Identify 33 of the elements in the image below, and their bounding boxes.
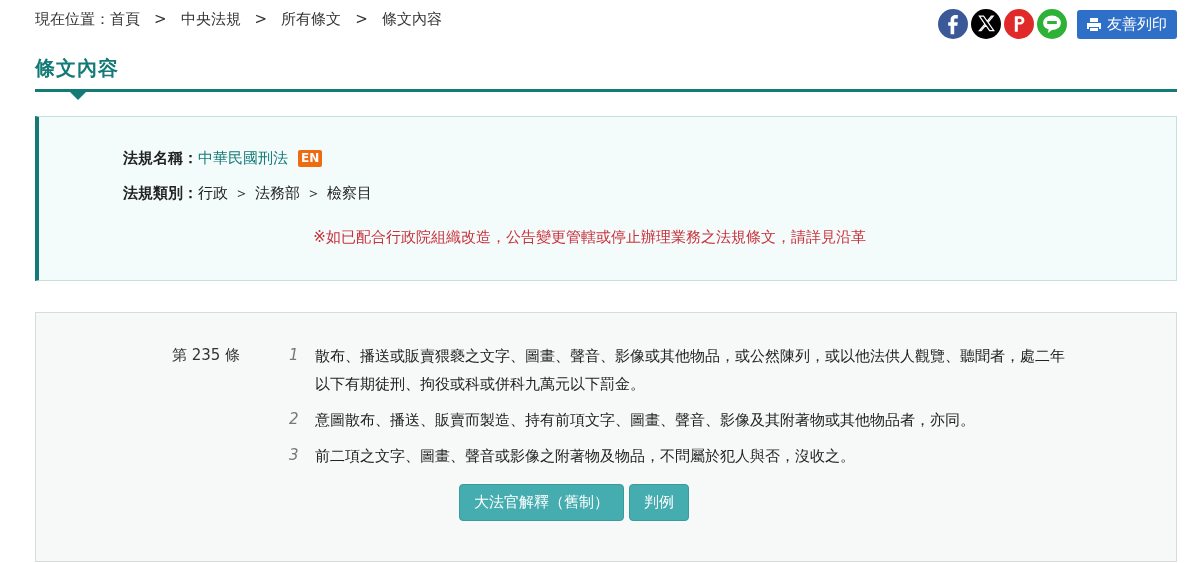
paragraph-text: 散布、播送或販賣猥褻之文字、圖畫、聲音、影像或其他物品，或公然陳列，或以他法供人觀覽、聽聞者，處二年以下有期徒刑、拘役或科或併科九萬元以下罰金。	[315, 346, 1066, 395]
breadcrumb-link[interactable]: 首頁	[110, 8, 140, 31]
paragraph-number: 2	[289, 409, 300, 430]
breadcrumb-separator: >	[355, 9, 368, 30]
category-separator: ＞	[306, 182, 321, 204]
paragraph-number: 1	[289, 345, 300, 366]
reference-button[interactable]: 判例	[629, 484, 689, 521]
article-number: 第 235 條	[172, 345, 242, 366]
paragraph-text: 意圖散布、播送、販賣而製造、持有前項文字、圖畫、聲音、影像及其附著物或其他物品者，亦同。	[315, 410, 976, 431]
category-separator: ＞	[234, 182, 249, 204]
breadcrumb-separator: >	[254, 9, 268, 30]
language-badge[interactable]: EN	[298, 149, 323, 167]
breadcrumb-link[interactable]: 中央法規	[180, 8, 241, 31]
paragraph-text: 前二項之文字、圖畫、聲音或影像之附著物及物品，不問屬於犯人與否，沒收之。	[315, 446, 856, 467]
breadcrumb-link[interactable]: 條文內容	[381, 8, 442, 31]
breadcrumb-link[interactable]: 所有條文	[281, 8, 342, 31]
breadcrumb-label: 現在位置：	[35, 9, 110, 30]
law-name-link[interactable]: 中華民國刑法	[198, 147, 288, 170]
facebook-icon[interactable]	[938, 9, 968, 39]
category-text: 行政	[198, 182, 228, 204]
print-button[interactable]: 友善列印	[1077, 9, 1177, 39]
page-title: 條文內容	[35, 55, 120, 82]
x-logo-icon[interactable]	[971, 9, 1001, 39]
category-text: 檢察目	[327, 182, 372, 204]
breadcrumb-separator: >	[154, 9, 167, 30]
category-text: 法務部	[255, 182, 300, 204]
printer-icon	[1087, 17, 1101, 31]
notice-text: ※如已配合行政院組織改造，公告變更管轄或停止辦理業務之法規條文，請詳見沿革	[313, 227, 866, 248]
paragraph-number: 3	[289, 445, 300, 466]
reference-button[interactable]: 大法官解釋（舊制）	[459, 484, 624, 521]
field-label: 法規名稱：	[123, 148, 198, 169]
pinterest-icon[interactable]	[1004, 9, 1034, 39]
field-label: 法規類別：	[123, 182, 198, 204]
